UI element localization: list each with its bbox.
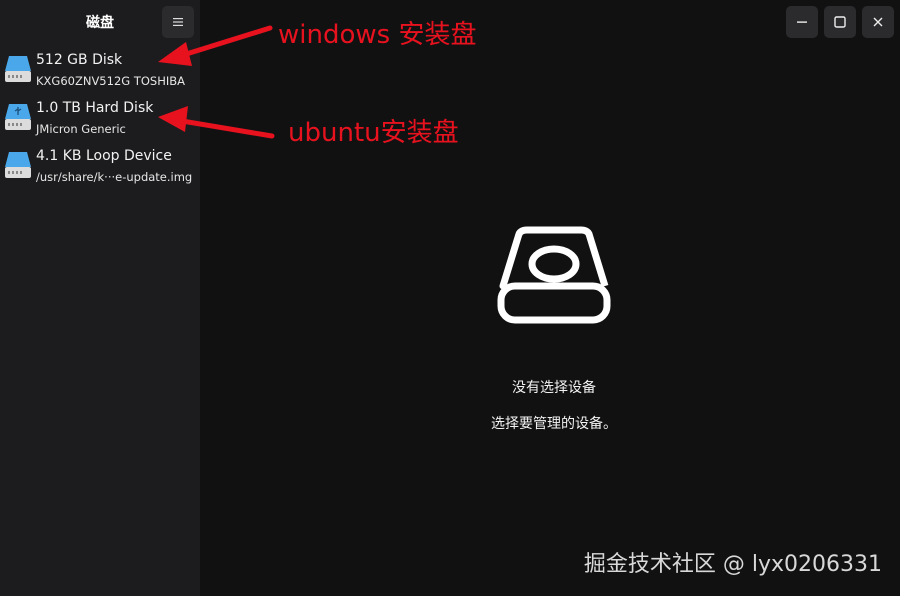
minimize-icon [797,21,807,23]
sidebar: 磁盘 512 GB Disk KXG60ZNV512G TOSHIBA 1.0 … [0,0,200,596]
close-button[interactable] [862,6,894,38]
disk-detail: JMicron Generic [36,122,126,136]
maximize-icon [834,16,846,28]
ssd-drive-icon [5,56,31,82]
disk-item-loop[interactable]: 4.1 KB Loop Device /usr/share/k···e-upda… [0,142,200,190]
disk-detail: /usr/share/k···e-update.img [36,170,193,184]
usb-drive-icon [5,104,31,130]
disk-name: 4.1 KB Loop Device [36,148,172,164]
disk-list: 512 GB Disk KXG60ZNV512G TOSHIBA 1.0 TB … [0,46,200,190]
ubuntu-disk-annotation: ubuntu安装盘 [288,118,459,148]
drive-icon [497,226,611,324]
disk-detail: KXG60ZNV512G TOSHIBA [36,74,186,88]
watermark: 掘金技术社区 @ lyx0206331 [583,552,882,577]
maximize-button[interactable] [824,6,856,38]
main-menu-button[interactable] [162,6,194,38]
disk-item-512gb[interactable]: 512 GB Disk KXG60ZNV512G TOSHIBA [0,46,200,94]
windows-disk-annotation: windows 安装盘 [278,20,477,50]
disk-name: 512 GB Disk [36,52,123,68]
loop-drive-icon [5,152,31,178]
hamburger-icon [173,18,183,26]
empty-state-subtitle: 选择要管理的设备。 [491,416,617,432]
disk-item-1tb[interactable]: 1.0 TB Hard Disk JMicron Generic [0,94,200,142]
close-icon [873,17,883,27]
empty-state-title: 没有选择设备 [512,380,596,396]
minimize-button[interactable] [786,6,818,38]
disk-name: 1.0 TB Hard Disk [36,100,154,116]
